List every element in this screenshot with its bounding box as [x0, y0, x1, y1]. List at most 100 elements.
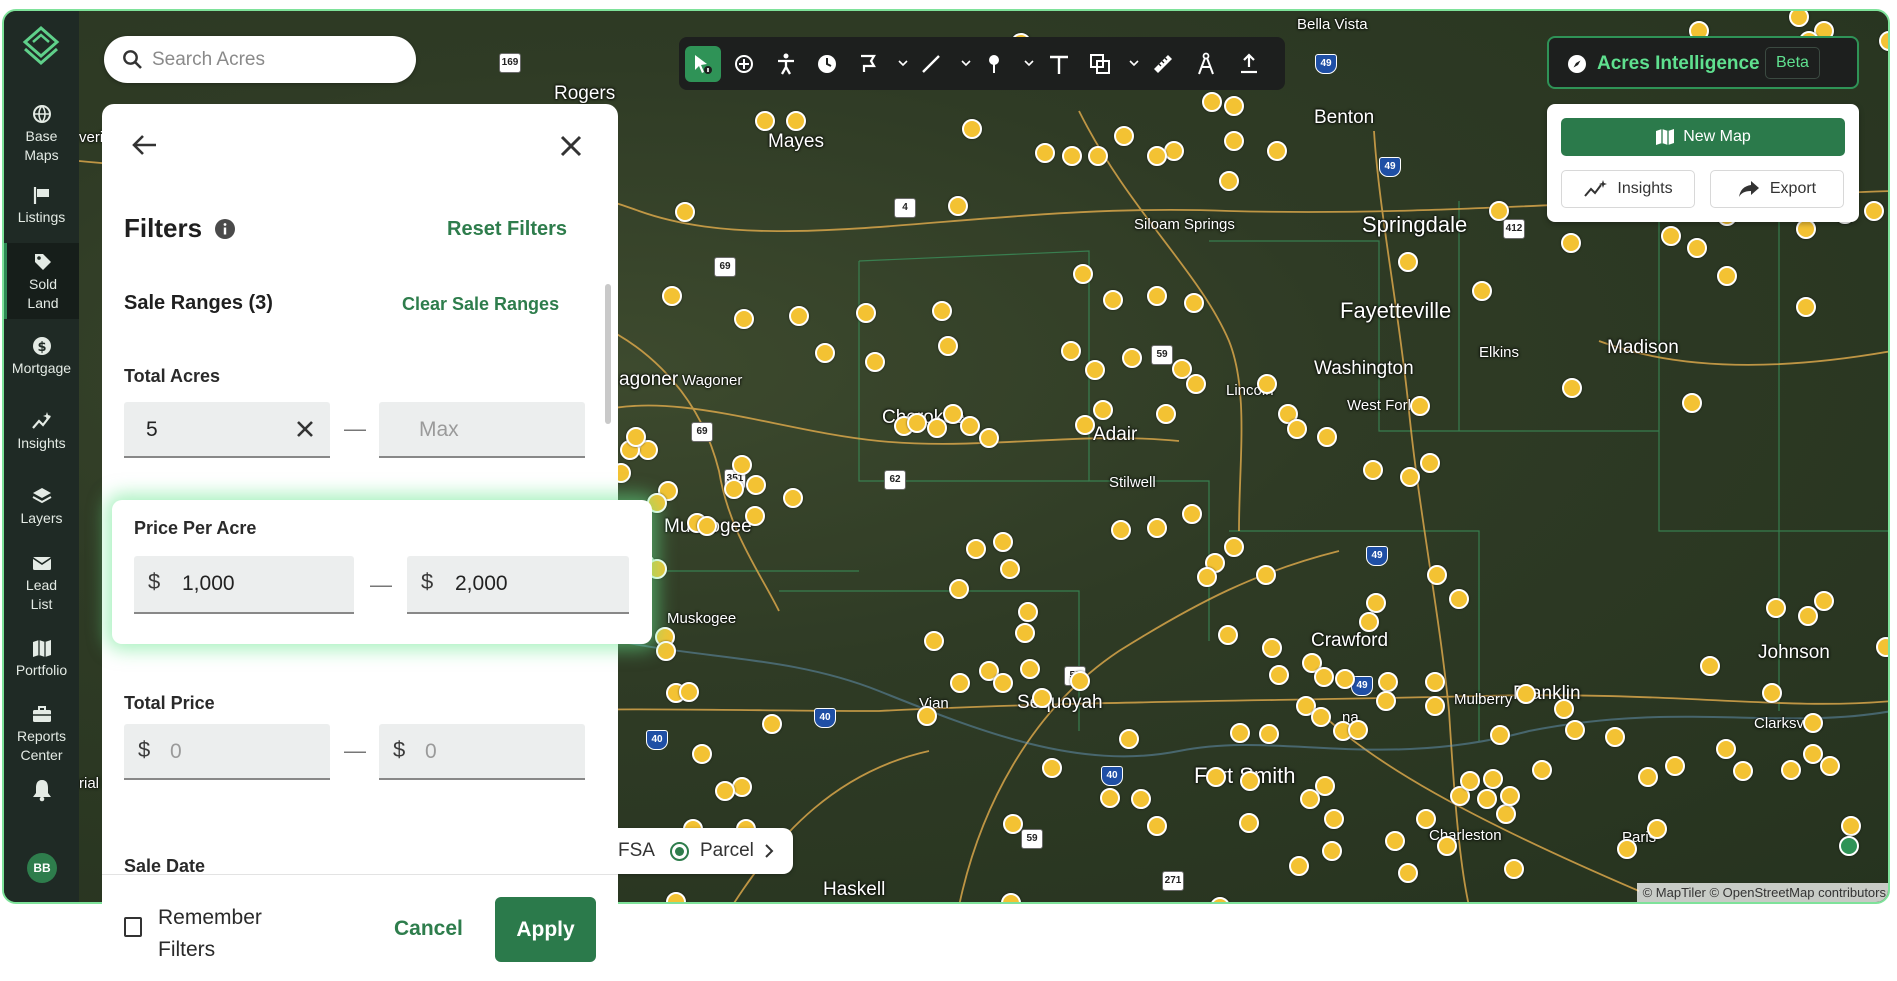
close-icon[interactable]: [560, 135, 582, 157]
sold-land-marker[interactable]: [917, 706, 937, 726]
sold-land-marker[interactable]: [948, 196, 968, 216]
chevron-down-icon[interactable]: [1128, 57, 1140, 69]
sold-land-marker[interactable]: [1796, 297, 1816, 317]
price-per-acre-max-field[interactable]: $: [407, 556, 629, 614]
sold-land-marker[interactable]: [927, 418, 947, 438]
sold-land-marker[interactable]: [1400, 467, 1420, 487]
back-arrow-icon[interactable]: [132, 134, 158, 156]
sold-land-marker[interactable]: [1114, 126, 1134, 146]
sold-land-marker[interactable]: [1073, 264, 1093, 284]
sold-land-marker[interactable]: [1000, 559, 1020, 579]
sold-land-marker[interactable]: [745, 506, 765, 526]
history-tool-button[interactable]: [809, 46, 845, 82]
sold-land-marker[interactable]: [786, 111, 806, 131]
map-attribution[interactable]: © MapTiler © OpenStreetMap contributors: [1636, 883, 1888, 902]
sold-land-marker[interactable]: [1766, 598, 1786, 618]
street-view-tool-button[interactable]: [768, 46, 804, 82]
export-button[interactable]: Export: [1710, 170, 1844, 208]
chevron-right-icon[interactable]: [764, 843, 774, 859]
sold-land-marker[interactable]: [762, 714, 782, 734]
sold-land-marker[interactable]: [1300, 789, 1320, 809]
total-acres-min-field[interactable]: [124, 402, 330, 458]
sold-land-marker[interactable]: [789, 306, 809, 326]
sold-land-marker[interactable]: [979, 428, 999, 448]
select-tool-button[interactable]: [685, 46, 721, 82]
polygon-tool-button[interactable]: [850, 46, 886, 82]
sold-land-marker[interactable]: [1224, 131, 1244, 151]
clear-icon[interactable]: [296, 420, 314, 438]
sold-land-marker[interactable]: [1687, 238, 1707, 258]
sold-land-marker[interactable]: [856, 303, 876, 323]
sold-land-marker[interactable]: [1864, 201, 1884, 221]
line-tool-button[interactable]: [913, 46, 949, 82]
sold-land-marker[interactable]: [1197, 567, 1217, 587]
sold-land-marker[interactable]: [966, 539, 986, 559]
sold-land-marker[interactable]: [1015, 623, 1035, 643]
apply-button[interactable]: Apply: [495, 897, 596, 962]
sold-land-marker[interactable]: [960, 416, 980, 436]
sold-land-marker[interactable]: [1661, 226, 1681, 246]
sold-land-marker[interactable]: [1103, 290, 1123, 310]
chevron-down-icon[interactable]: [1023, 57, 1035, 69]
sold-land-marker[interactable]: [675, 202, 695, 222]
sold-land-marker[interactable]: [1496, 804, 1516, 824]
sold-land-marker[interactable]: [1164, 141, 1184, 161]
sold-land-marker[interactable]: [1061, 341, 1081, 361]
sidebar-item-reports-center[interactable]: Reports Center: [4, 703, 79, 765]
sold-land-marker[interactable]: [1682, 393, 1702, 413]
cancel-button[interactable]: Cancel: [394, 917, 463, 941]
sold-land-marker[interactable]: [1287, 419, 1307, 439]
sold-land-marker[interactable]: [1781, 760, 1801, 780]
sold-land-marker[interactable]: [1267, 141, 1287, 161]
sold-land-marker[interactable]: [1416, 809, 1436, 829]
sold-land-marker[interactable]: [692, 744, 712, 764]
sold-land-marker[interactable]: [1665, 756, 1685, 776]
sold-land-marker[interactable]: [1483, 769, 1503, 789]
sold-land-marker[interactable]: [993, 673, 1013, 693]
total-price-min-input[interactable]: [170, 738, 310, 766]
sidebar-item-lead-list[interactable]: Lead List: [4, 552, 79, 614]
sold-land-marker[interactable]: [1224, 537, 1244, 557]
sold-land-marker[interactable]: [865, 352, 885, 372]
sold-land-marker[interactable]: [1311, 707, 1331, 727]
clear-sale-ranges-link[interactable]: Clear Sale Ranges: [402, 294, 559, 315]
measure-tool-button[interactable]: [1145, 46, 1181, 82]
sold-land-marker[interactable]: [1131, 789, 1151, 809]
sold-land-marker[interactable]: [1062, 146, 1082, 166]
sold-land-marker[interactable]: [1147, 146, 1167, 166]
sold-land-marker[interactable]: [1717, 266, 1737, 286]
sold-land-marker[interactable]: [1363, 460, 1383, 480]
total-price-max-field[interactable]: $: [379, 724, 585, 780]
sold-land-marker[interactable]: [1437, 836, 1457, 856]
filters-scroll-area[interactable]: Filters Reset Filters Sale Ranges (3) Cl…: [102, 104, 618, 874]
upload-tool-button[interactable]: [1231, 46, 1267, 82]
sold-land-marker[interactable]: [1427, 565, 1447, 585]
sold-land-marker[interactable]: [656, 641, 676, 661]
survey-tool-button[interactable]: [1188, 46, 1224, 82]
pin-tool-button[interactable]: [976, 46, 1012, 82]
chevron-down-icon[interactable]: [897, 57, 909, 69]
text-tool-button[interactable]: [1041, 46, 1077, 82]
bell-icon[interactable]: [31, 778, 53, 802]
sold-land-marker[interactable]: [932, 301, 952, 321]
sold-land-marker[interactable]: [1018, 602, 1038, 622]
sold-land-marker[interactable]: [1762, 683, 1782, 703]
remember-filters-checkbox[interactable]: [124, 917, 142, 937]
sold-land-marker[interactable]: [755, 111, 775, 131]
sold-land-marker[interactable]: [1020, 659, 1040, 679]
total-price-max-input[interactable]: [425, 738, 565, 766]
sold-land-marker[interactable]: [1042, 758, 1062, 778]
sold-land-marker[interactable]: [1565, 720, 1585, 740]
sold-land-marker[interactable]: [1398, 252, 1418, 272]
chevron-down-icon[interactable]: [960, 57, 972, 69]
sold-land-marker[interactable]: [1638, 767, 1658, 787]
reset-filters-link[interactable]: Reset Filters: [447, 218, 567, 241]
sold-land-marker[interactable]: [734, 309, 754, 329]
sold-land-marker[interactable]: [1617, 839, 1637, 859]
price-per-acre-min-input[interactable]: [182, 570, 332, 598]
sold-land-marker[interactable]: [1322, 841, 1342, 861]
sold-land-marker[interactable]: [1348, 720, 1368, 740]
sidebar-item-portfolio[interactable]: Portfolio: [4, 637, 79, 680]
sold-land-marker[interactable]: [1218, 625, 1238, 645]
sold-land-marker[interactable]: [1088, 146, 1108, 166]
